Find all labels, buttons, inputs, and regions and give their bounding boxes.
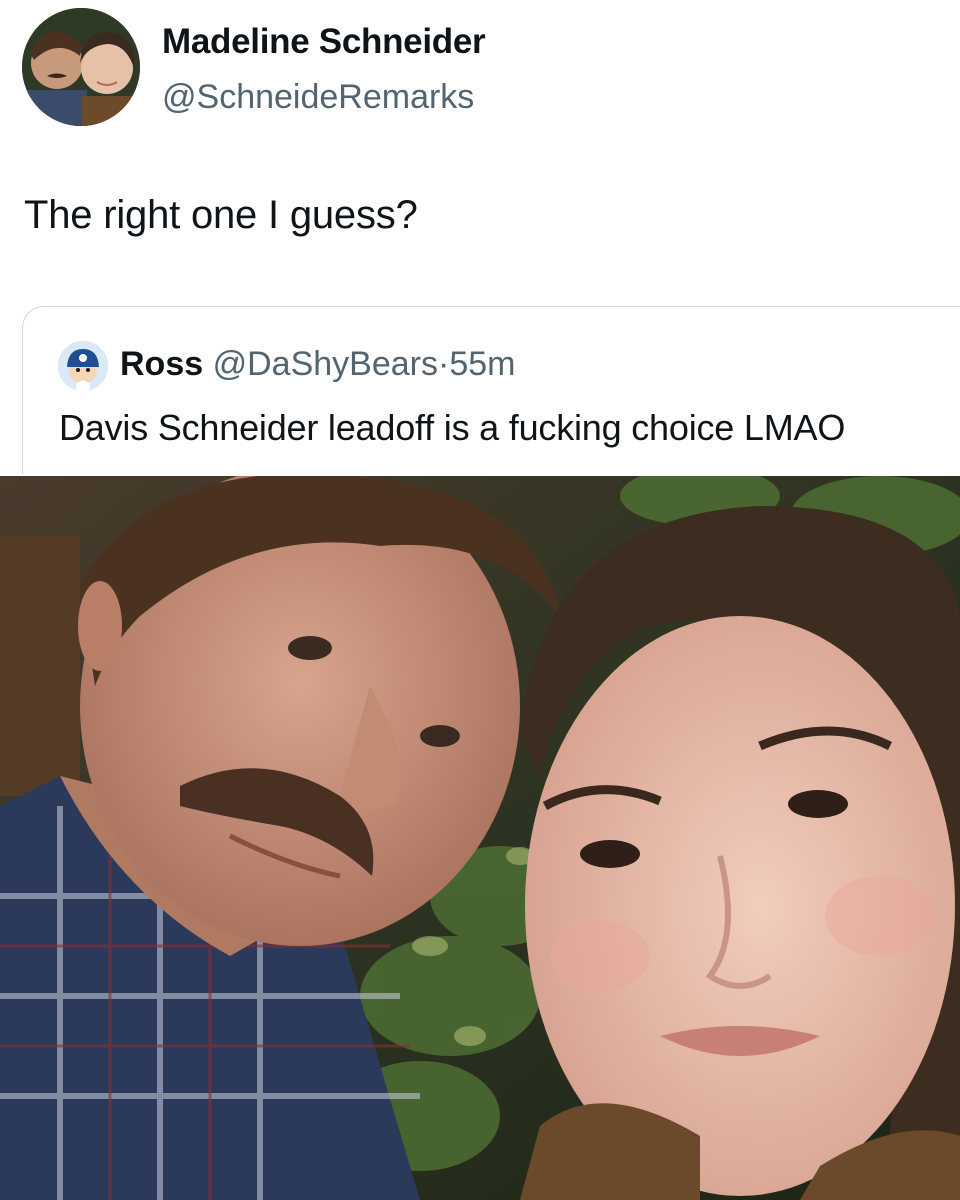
quoted-tweet-meta: Ross @DaShyBears·55m	[120, 345, 515, 384]
user-handle[interactable]: @SchneideRemarks	[162, 78, 474, 117]
quoted-tweet-card[interactable]: Ross @DaShyBears·55m Davis Schneider lea…	[22, 306, 960, 474]
meta-separator: ·	[437, 345, 450, 383]
tweet-photo[interactable]	[0, 476, 960, 1200]
profile-avatar[interactable]	[22, 8, 140, 126]
selfie-photo-icon	[0, 476, 960, 1200]
cartoon-avatar-icon	[58, 341, 108, 391]
quoted-avatar[interactable]	[58, 341, 108, 391]
quoted-handle[interactable]: @DaShyBears	[213, 345, 438, 383]
quoted-display-name[interactable]: Ross	[120, 345, 203, 383]
quoted-tweet-text: Davis Schneider leadoff is a fucking cho…	[59, 407, 846, 448]
avatar-image	[22, 8, 140, 126]
display-name[interactable]: Madeline Schneider	[162, 22, 486, 62]
tweet-header: Madeline Schneider @SchneideRemarks	[22, 8, 922, 128]
tweet-text: The right one I guess?	[24, 193, 418, 237]
quoted-timestamp[interactable]: 55m	[449, 345, 515, 383]
